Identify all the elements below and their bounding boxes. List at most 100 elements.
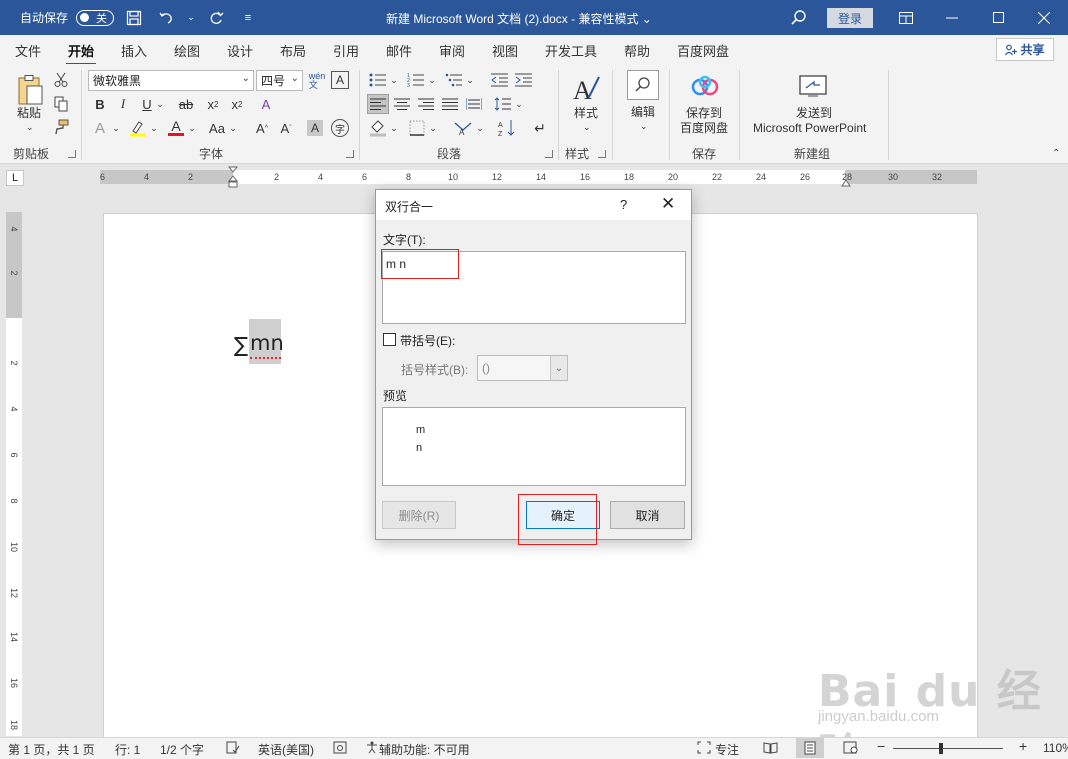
cut-icon[interactable] — [52, 71, 70, 89]
highlight-icon[interactable] — [128, 118, 148, 138]
underline-icon[interactable]: U — [139, 95, 155, 113]
paste-dropdown-icon[interactable]: ⌄ — [26, 120, 34, 135]
redo-icon[interactable] — [204, 6, 228, 30]
chevron-down-icon[interactable]: ⌄ — [583, 120, 591, 135]
increase-indent-icon[interactable] — [514, 71, 534, 89]
tab-review[interactable]: 审阅 — [439, 41, 465, 60]
language[interactable]: 英语(美国) — [258, 741, 314, 758]
customize-toolbar-icon[interactable]: ≡ — [236, 6, 260, 30]
accessibility-icon[interactable] — [365, 741, 379, 757]
align-center-icon[interactable] — [392, 95, 412, 113]
tab-mailings[interactable]: 邮件 — [386, 41, 412, 60]
chevron-down-icon[interactable]: ⌄ — [187, 121, 197, 135]
tab-home[interactable]: 开始 — [65, 41, 97, 66]
clipboard-launcher-icon[interactable] — [68, 150, 76, 158]
line-number[interactable]: 行: 1 — [115, 741, 140, 758]
styles-launcher-icon[interactable] — [598, 150, 606, 158]
zoom-slider[interactable] — [893, 748, 1003, 749]
chevron-down-icon[interactable]: ⌄ — [475, 121, 485, 135]
chevron-down-icon[interactable]: ⌄ — [465, 73, 475, 87]
macro-icon[interactable] — [333, 741, 347, 757]
web-layout-icon[interactable] — [843, 741, 858, 757]
chevron-down-icon[interactable]: ⌄ — [427, 73, 437, 87]
chevron-down-icon[interactable]: ⌄ — [514, 97, 524, 111]
undo-dropdown-icon[interactable]: ⌄ — [186, 6, 196, 30]
minimize-icon[interactable] — [929, 0, 975, 35]
edit-label[interactable]: 编辑 — [631, 105, 655, 120]
share-button[interactable]: 共享 — [996, 38, 1054, 61]
chevron-down-icon[interactable]: ⌄ — [389, 73, 399, 87]
multilevel-list-icon[interactable] — [444, 71, 464, 89]
accessibility-status[interactable]: 辅助功能: 不可用 — [379, 741, 470, 758]
focus-icon[interactable] — [697, 741, 711, 757]
paste-icon[interactable] — [14, 72, 46, 108]
tab-view[interactable]: 视图 — [492, 41, 518, 60]
right-indent-marker-icon[interactable] — [841, 176, 851, 187]
chevron-down-icon[interactable]: ⌄ — [640, 119, 648, 134]
show-marks-icon[interactable]: ↵ — [530, 118, 550, 138]
save-baidu-label-1[interactable]: 保存到 — [686, 106, 722, 121]
clear-formatting-icon[interactable]: A — [256, 95, 276, 113]
shading-icon[interactable] — [368, 118, 388, 138]
tab-layout[interactable]: 布局 — [280, 41, 306, 60]
change-case-icon[interactable]: Aa — [206, 119, 228, 137]
styles-label[interactable]: 样式 — [574, 106, 598, 121]
maximize-icon[interactable] — [975, 0, 1021, 35]
chevron-down-icon[interactable]: ⌄ — [111, 121, 121, 135]
send-ppt-label-2[interactable]: Microsoft PowerPoint — [753, 121, 866, 136]
bullets-icon[interactable] — [368, 71, 388, 89]
proofing-icon[interactable] — [226, 741, 240, 757]
chevron-down-icon[interactable]: ⌄ — [155, 97, 165, 111]
paste-label[interactable]: 粘贴 — [17, 106, 41, 121]
read-mode-icon[interactable] — [763, 741, 778, 757]
font-color-icon[interactable]: A — [166, 117, 186, 137]
format-painter-icon[interactable] — [52, 118, 70, 136]
bracket-style-select[interactable]: () ⌄ — [477, 355, 568, 381]
tab-help[interactable]: 帮助 — [624, 41, 650, 60]
find-icon[interactable] — [627, 70, 659, 100]
collapse-ribbon-icon[interactable]: ⌃ — [1052, 148, 1060, 159]
strikethrough-icon[interactable]: ab — [176, 95, 196, 113]
bold-icon[interactable]: B — [92, 95, 108, 113]
word-count[interactable]: 1/2 个字 — [160, 741, 204, 758]
line-spacing-icon[interactable] — [493, 95, 513, 113]
chevron-down-icon[interactable]: ⌄ — [389, 121, 399, 135]
baidu-netdisk-icon[interactable] — [690, 72, 720, 102]
font-size-combo[interactable]: 四号 ⌄ — [256, 70, 303, 91]
send-ppt-label-1[interactable]: 发送到 — [796, 106, 832, 121]
chevron-down-icon[interactable]: ⌄ — [428, 121, 438, 135]
styles-icon[interactable]: A — [570, 72, 602, 104]
vertical-ruler[interactable]: 4 2 2 4 6 8 10 12 14 16 18 — [6, 212, 22, 736]
zoom-out-icon[interactable]: − — [877, 738, 885, 754]
decrease-indent-icon[interactable] — [490, 71, 510, 89]
save-icon[interactable] — [122, 6, 146, 30]
align-left-icon[interactable] — [367, 94, 389, 114]
subscript-icon[interactable]: x2 — [204, 95, 222, 113]
print-layout-icon[interactable] — [796, 738, 824, 758]
indent-marker-icon[interactable] — [227, 166, 239, 188]
char-border-icon[interactable]: A — [331, 71, 349, 89]
tab-file[interactable]: 文件 — [15, 41, 41, 60]
help-icon[interactable]: ? — [620, 197, 627, 212]
delete-button[interactable]: 删除(R) — [382, 501, 456, 529]
undo-icon[interactable] — [154, 6, 178, 30]
chevron-down-icon[interactable]: ⌄ — [228, 121, 238, 135]
align-right-icon[interactable] — [416, 95, 436, 113]
font-launcher-icon[interactable] — [346, 150, 354, 158]
grow-font-icon[interactable]: A ^ — [252, 119, 272, 137]
bracket-checkbox[interactable] — [383, 333, 396, 346]
distribute-icon[interactable] — [464, 95, 484, 113]
justify-icon[interactable] — [440, 95, 460, 113]
autosave-toggle[interactable]: 关 — [76, 9, 115, 26]
search-icon[interactable] — [790, 9, 808, 27]
shrink-font-icon[interactable]: Aˇ — [276, 119, 296, 137]
zoom-slider-thumb[interactable] — [939, 743, 943, 754]
zoom-in-icon[interactable]: + — [1019, 738, 1027, 754]
numbering-icon[interactable]: 123 — [406, 71, 426, 89]
chinese-layout-icon[interactable]: A — [452, 119, 474, 137]
font-name-combo[interactable]: 微软雅黑 ⌄ — [88, 70, 254, 91]
char-shading-icon[interactable]: A — [307, 120, 323, 136]
chevron-down-icon[interactable]: ⌄ — [149, 121, 159, 135]
italic-icon[interactable]: I — [115, 95, 131, 113]
paragraph-launcher-icon[interactable] — [545, 150, 553, 158]
